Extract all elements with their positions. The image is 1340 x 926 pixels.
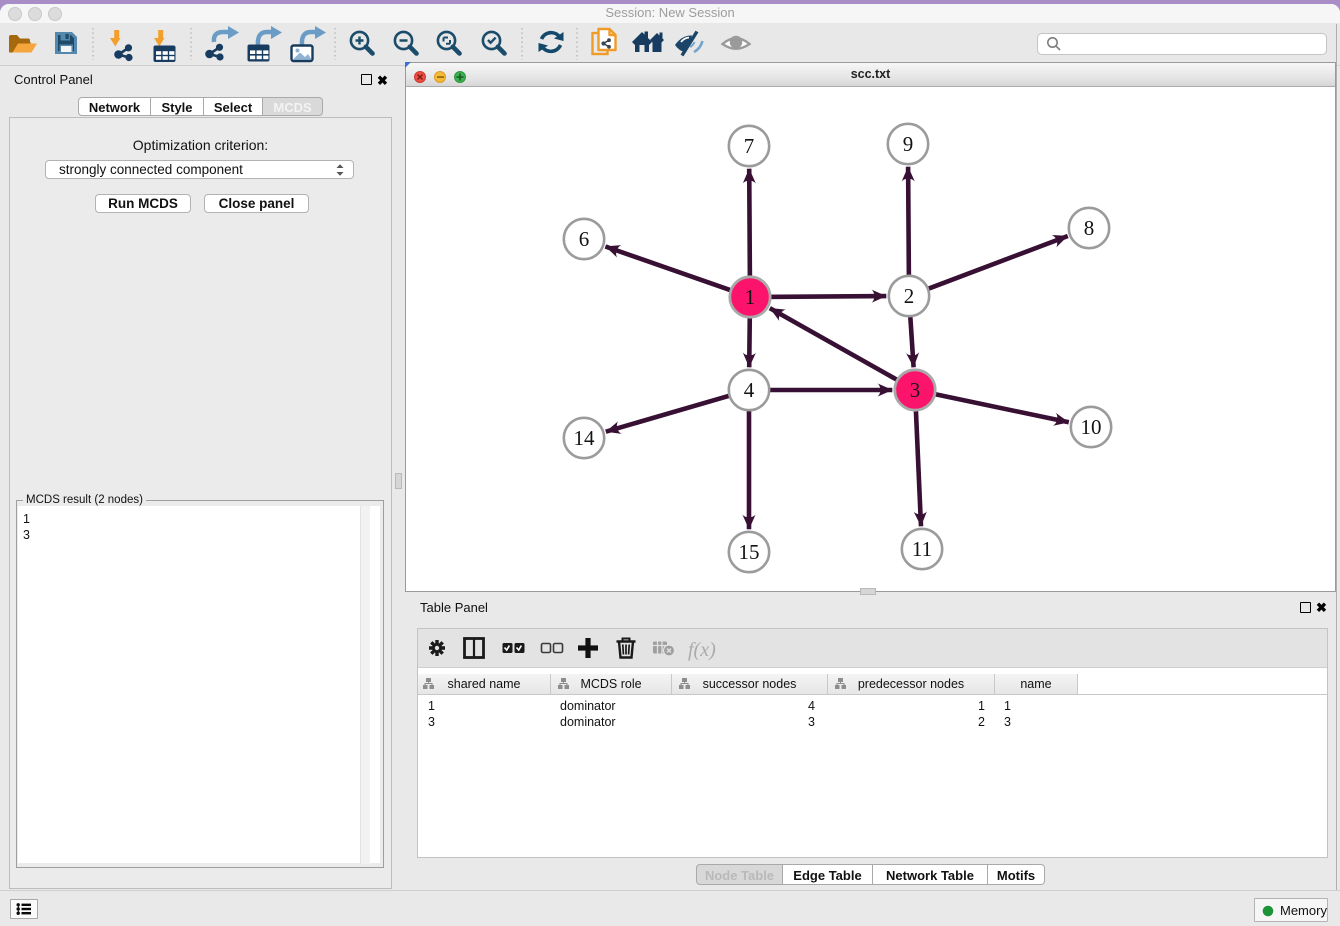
svg-text:f(x): f(x) xyxy=(688,639,716,661)
svg-text:9: 9 xyxy=(903,132,914,156)
svg-text:11: 11 xyxy=(912,537,932,561)
svg-text:15: 15 xyxy=(739,540,760,564)
svg-text:14: 14 xyxy=(574,426,596,450)
svg-text:8: 8 xyxy=(1084,216,1095,240)
svg-text:4: 4 xyxy=(744,378,755,402)
svg-text:7: 7 xyxy=(744,134,755,158)
svg-text:2: 2 xyxy=(904,284,915,308)
svg-text:6: 6 xyxy=(579,227,590,251)
svg-text:3: 3 xyxy=(910,378,921,402)
svg-text:10: 10 xyxy=(1081,415,1102,439)
svg-text:1: 1 xyxy=(745,285,756,309)
